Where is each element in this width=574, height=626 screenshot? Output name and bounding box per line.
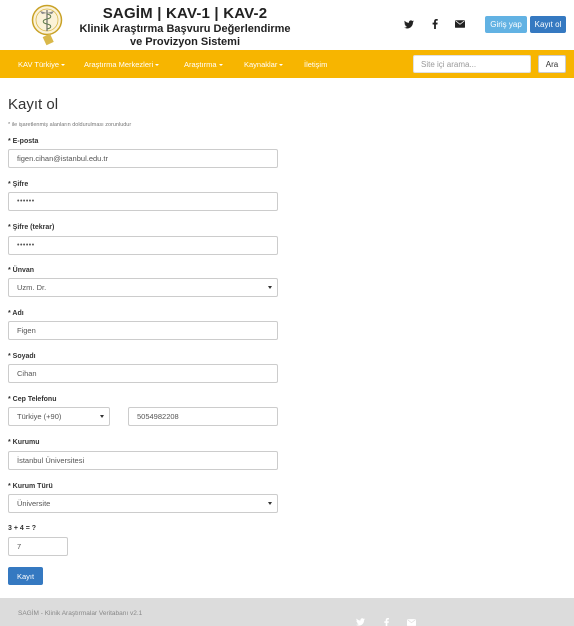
institution-label: * Kurumu bbox=[8, 439, 40, 446]
captcha-question: 3 + 4 = ? bbox=[8, 525, 37, 532]
title-value: Uzm. Dr. bbox=[17, 283, 47, 292]
twitter-icon[interactable] bbox=[355, 617, 365, 626]
select-arrow-icon bbox=[100, 415, 104, 418]
password-value: •••••• bbox=[17, 198, 35, 205]
select-arrow-icon bbox=[268, 502, 272, 505]
nav-item-label: Kaynaklar bbox=[244, 59, 278, 69]
site-logo[interactable] bbox=[31, 4, 63, 46]
nav-item-iletisim[interactable]: İletişim bbox=[304, 50, 327, 78]
envelope-icon[interactable] bbox=[453, 17, 467, 31]
password-repeat-value: •••••• bbox=[17, 242, 35, 249]
institution-value: İstanbul Üniversitesi bbox=[17, 456, 85, 465]
caret-down-icon bbox=[279, 63, 284, 66]
last-name-value: Cihan bbox=[17, 369, 37, 378]
facebook-icon[interactable] bbox=[428, 17, 442, 31]
required-fields-note: * ile işaretlenmiş alanların doldurulmas… bbox=[8, 122, 132, 128]
site-footer: SAGİM - Klinik Araştırmalar Veritabanı v… bbox=[0, 598, 574, 626]
institution-field[interactable]: İstanbul Üniversitesi bbox=[8, 451, 278, 470]
first-name-label: * Adı bbox=[8, 310, 24, 317]
footer-text: SAGİM - Klinik Araştırmalar Veritabanı v… bbox=[18, 610, 143, 617]
search-placeholder: Site içi arama... bbox=[421, 59, 477, 69]
select-arrow-icon bbox=[268, 286, 272, 289]
first-name-field[interactable]: Figen bbox=[8, 321, 278, 340]
nav-item-kaynaklar[interactable]: Kaynaklar bbox=[244, 50, 284, 78]
caret-down-icon bbox=[218, 63, 223, 66]
password-repeat-field[interactable]: •••••• bbox=[8, 236, 278, 255]
country-code-value: Türkiye (+90) bbox=[17, 412, 62, 421]
captcha-value: 7 bbox=[17, 542, 22, 551]
email-field[interactable]: figen.cihan@istanbul.edu.tr bbox=[8, 149, 278, 168]
site-search-input[interactable]: Site içi arama... bbox=[413, 55, 531, 73]
brand-line-3: ve Provizyon Sistemi bbox=[129, 36, 241, 48]
captcha-field[interactable]: 7 bbox=[8, 537, 68, 556]
institution-type-value: Üniversite bbox=[17, 499, 51, 508]
facebook-icon[interactable] bbox=[381, 617, 391, 626]
last-name-label: * Soyadı bbox=[8, 353, 36, 360]
phone-label: * Cep Telefonu bbox=[8, 396, 57, 403]
twitter-icon[interactable] bbox=[402, 17, 416, 31]
email-value: figen.cihan@istanbul.edu.tr bbox=[17, 154, 109, 163]
title-label: * Ünvan bbox=[8, 267, 35, 274]
search-button[interactable]: Ara bbox=[538, 55, 566, 73]
phone-value: 5054982208 bbox=[137, 412, 179, 421]
nav-item-label: KAV Türkiye bbox=[18, 59, 59, 69]
nav-item-kav-turkiye[interactable]: KAV Türkiye bbox=[18, 50, 65, 78]
caret-down-icon bbox=[61, 63, 65, 66]
register-button[interactable]: Kayıt ol bbox=[530, 16, 566, 33]
brand-line-1: SAGİM | KAV-1 | KAV-2 bbox=[102, 5, 268, 22]
institution-type-select[interactable]: Üniversite bbox=[8, 494, 278, 513]
envelope-icon[interactable] bbox=[406, 617, 416, 626]
nav-item-arastirma[interactable]: Araştırma bbox=[184, 50, 223, 78]
password-repeat-label: * Şifre (tekrar) bbox=[8, 224, 55, 231]
submit-button[interactable]: Kayıt bbox=[8, 567, 43, 585]
nav-item-arastirma-merkezleri[interactable]: Araştırma Merkezleri bbox=[84, 50, 160, 78]
nav-item-label: Araştırma bbox=[184, 59, 217, 69]
nav-item-label: Araştırma Merkezleri bbox=[84, 59, 154, 69]
password-field[interactable]: •••••• bbox=[8, 192, 278, 211]
site-header: SAGİM | KAV-1 | KAV-2 Klinik Araştırma B… bbox=[0, 0, 574, 50]
password-label: * Şifre bbox=[8, 181, 29, 188]
last-name-field[interactable]: Cihan bbox=[8, 364, 278, 383]
title-select[interactable]: Uzm. Dr. bbox=[8, 278, 278, 297]
country-code-select[interactable]: Türkiye (+90) bbox=[8, 407, 110, 426]
caret-down-icon bbox=[155, 63, 160, 66]
institution-type-label: * Kurum Türü bbox=[8, 483, 53, 490]
nav-item-label: İletişim bbox=[304, 59, 328, 69]
brand-line-2: Klinik Araştırma Başvuru Değerlendirme bbox=[79, 23, 291, 35]
login-button[interactable]: Giriş yap bbox=[485, 16, 527, 33]
first-name-value: Figen bbox=[17, 326, 36, 335]
phone-field[interactable]: 5054982208 bbox=[128, 407, 278, 426]
page-title: Kayıt ol bbox=[8, 96, 59, 113]
site-title[interactable]: SAGİM | KAV-1 | KAV-2 Klinik Araştırma B… bbox=[70, 5, 300, 49]
email-label: * E-posta bbox=[8, 138, 39, 145]
